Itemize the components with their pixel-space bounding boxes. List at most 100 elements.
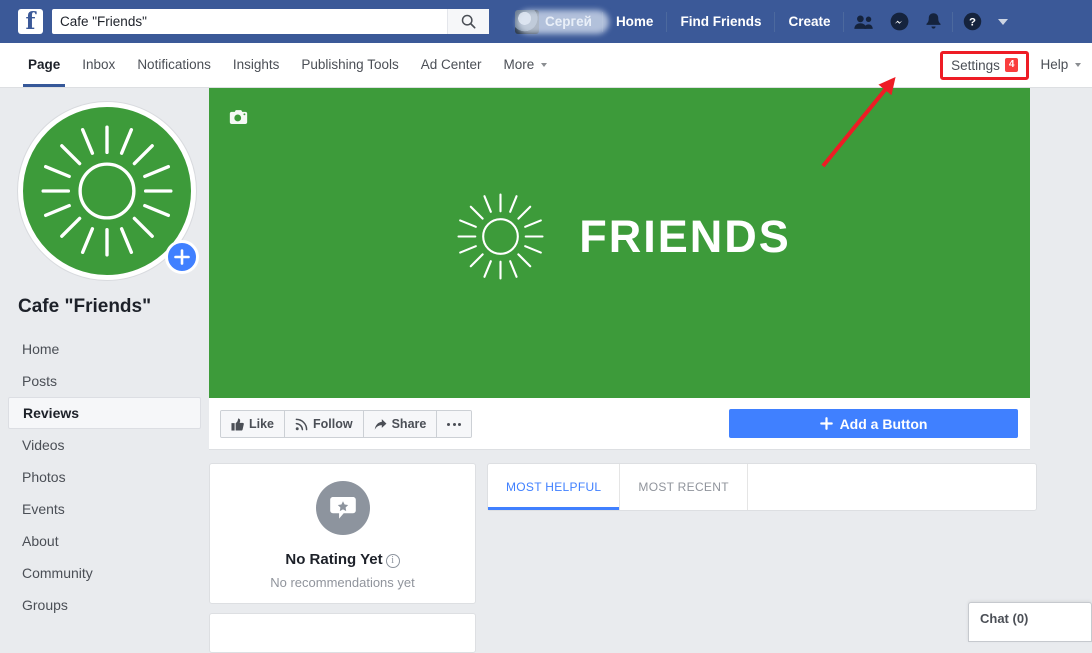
tab-label: Ad Center (420, 57, 482, 72)
sidebar-item-label: Community (22, 565, 93, 581)
tab-label: More (503, 57, 535, 72)
add-a-button-cta[interactable]: Add a Button (729, 409, 1018, 438)
add-profile-photo-button[interactable] (165, 240, 199, 274)
tab-label: Insights (232, 57, 280, 72)
sidebar-item-community[interactable]: Community (8, 557, 201, 589)
page-profile-picture[interactable] (18, 102, 199, 280)
tab-inbox[interactable]: Inbox (71, 43, 126, 87)
global-nav-right: Сергей Home Find Friends Create ? (511, 0, 1016, 43)
sidebar-item-label: Home (22, 341, 60, 357)
sort-tab-most-helpful[interactable]: MOST HELPFUL (488, 464, 621, 510)
tab-insights[interactable]: Insights (222, 43, 291, 87)
follow-button[interactable]: Follow (285, 411, 364, 437)
sort-tab-label: MOST HELPFUL (506, 480, 602, 494)
chat-dock-label: Chat (0) (980, 611, 1029, 626)
avatar (515, 9, 539, 34)
global-navigation-bar: f Сергей Home Find Friends Create (0, 0, 1092, 43)
camera-icon[interactable] (229, 109, 248, 128)
cover-photo[interactable]: FRIENDS (209, 88, 1030, 398)
rating-title-row: No Rating Yet i (210, 551, 475, 568)
sidebar-item-label: Videos (22, 437, 65, 453)
share-label: Share (391, 417, 427, 431)
sidebar-item-label: About (22, 533, 59, 549)
review-star-bubble-icon (315, 481, 370, 535)
thumbs-up-icon (231, 418, 244, 431)
sidebar-item-reviews[interactable]: Reviews (8, 397, 201, 429)
tab-more[interactable]: More (493, 43, 559, 87)
search-bar[interactable] (52, 9, 489, 34)
help-question-icon[interactable]: ? (955, 0, 990, 43)
page-title: Cafe "Friends" (18, 296, 152, 317)
tab-label: Notifications (137, 57, 211, 72)
page-action-button-group: Like Follow Share (220, 410, 473, 438)
sidebar-item-home[interactable]: Home (8, 333, 201, 365)
follow-label: Follow (313, 417, 353, 431)
like-button[interactable]: Like (221, 411, 286, 437)
share-arrow-icon (374, 418, 387, 430)
divider (666, 11, 668, 32)
tab-publishing-tools[interactable]: Publishing Tools (290, 43, 409, 87)
reviews-sort-panel: MOST HELPFUL MOST RECENT (487, 463, 1037, 511)
divider (774, 11, 776, 32)
account-profile-link[interactable]: Сергей (511, 8, 609, 36)
tab-notifications[interactable]: Notifications (126, 43, 222, 87)
nav-link-create[interactable]: Create (777, 0, 841, 43)
sidebar-item-groups[interactable]: Groups (8, 589, 201, 621)
rating-summary-card: No Rating Yet i No recommendations yet (209, 463, 476, 604)
sidebar-item-about[interactable]: About (8, 525, 201, 557)
nav-link-home[interactable]: Home (605, 0, 665, 43)
cover-logo-text: FRIENDS (579, 210, 791, 262)
sidebar-item-posts[interactable]: Posts (8, 365, 201, 397)
plus-icon (819, 417, 833, 430)
rss-follow-icon (295, 418, 308, 430)
page-sidebar-nav: Home Posts Reviews Videos Photos Events … (8, 333, 201, 621)
search-icon[interactable] (447, 9, 489, 34)
settings-label: Settings (951, 57, 1000, 73)
divider (952, 11, 954, 32)
account-name: Сергей (545, 14, 592, 29)
page-action-bar: Like Follow Share Add a Button (209, 398, 1030, 450)
tab-ad-center[interactable]: Ad Center (410, 43, 493, 87)
cta-label: Add a Button (839, 415, 928, 432)
info-icon[interactable]: i (385, 554, 400, 568)
plus-icon (174, 249, 190, 265)
svg-text:?: ? (970, 17, 977, 29)
rating-subtitle: No recommendations yet (270, 575, 415, 590)
chevron-down-icon (541, 63, 548, 67)
ellipsis-icon (447, 422, 462, 426)
sidebar-item-photos[interactable]: Photos (8, 461, 201, 493)
search-input[interactable] (52, 10, 447, 33)
help-menu-button[interactable]: Help (1029, 43, 1092, 87)
divider (601, 11, 603, 32)
sidebar-item-label: Posts (22, 373, 58, 389)
more-options-button[interactable] (437, 411, 472, 437)
sidebar-item-events[interactable]: Events (8, 493, 201, 525)
chat-dock[interactable]: Chat (0) (968, 602, 1092, 642)
sidebar-item-videos[interactable]: Videos (8, 429, 201, 461)
facebook-logo[interactable]: f (18, 9, 43, 34)
settings-badge: 4 (1004, 58, 1019, 72)
page-tab-bar: Page Inbox Notifications Insights Publis… (0, 43, 1092, 88)
account-dropdown-caret-icon[interactable] (990, 0, 1016, 43)
messenger-icon[interactable] (882, 0, 917, 43)
sort-tab-most-recent[interactable]: MOST RECENT (620, 464, 748, 510)
notifications-bell-icon[interactable] (917, 0, 950, 43)
friend-requests-icon[interactable] (846, 0, 882, 43)
sort-tab-label: MOST RECENT (638, 480, 729, 494)
settings-button[interactable]: Settings 4 (940, 51, 1030, 80)
sidebar-item-label: Reviews (23, 405, 80, 421)
like-label: Like (249, 417, 275, 431)
rating-title: No Rating Yet (285, 551, 383, 568)
help-label: Help (1040, 57, 1069, 72)
sidebar-item-label: Photos (22, 469, 66, 485)
tab-page[interactable]: Page (17, 43, 71, 87)
sidebar-item-label: Events (22, 501, 65, 517)
divider (843, 11, 845, 32)
nav-link-find-friends[interactable]: Find Friends (669, 0, 772, 43)
cover-brand-logo: FRIENDS (209, 184, 1030, 289)
sidebar-item-label: Groups (22, 597, 68, 613)
lower-content-card (209, 613, 476, 653)
tab-label: Page (28, 57, 61, 72)
sun-icon (457, 193, 544, 280)
share-button[interactable]: Share (363, 411, 438, 437)
